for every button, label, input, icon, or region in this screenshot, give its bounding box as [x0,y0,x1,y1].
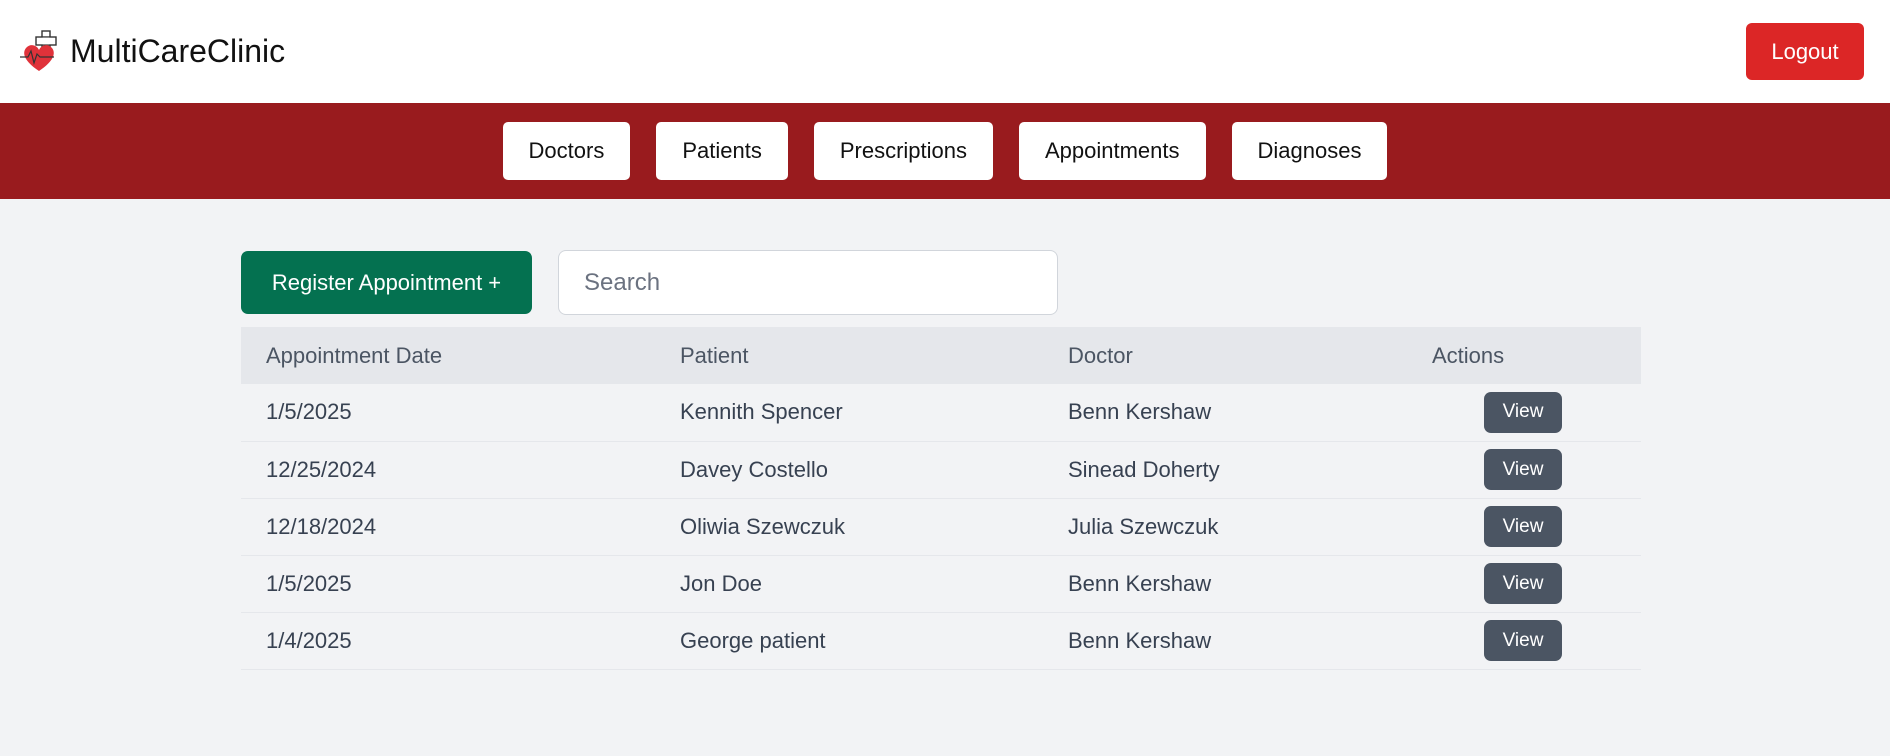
patient-cell: George patient [680,627,826,653]
appointment-date-cell: 1/5/2025 [266,399,352,425]
nav-diagnoses-button[interactable]: Diagnoses [1231,122,1388,180]
column-header-actions: Actions [1432,342,1505,368]
table-row: 12/18/2024 Oliwia Szewczuk Julia Szewczu… [241,498,1641,555]
doctor-cell: Julia Szewczuk [1068,513,1219,539]
brand[interactable]: MultiCareClinic [20,29,285,75]
register-appointment-button[interactable]: Register Appointment + [241,251,532,314]
column-header-doctor[interactable]: Doctor [1043,327,1407,384]
view-button[interactable]: View [1484,391,1562,433]
table-row: 1/5/2025 Kennith Spencer Benn Kershaw Vi… [241,384,1641,441]
actions-cell: View [1407,555,1641,612]
patient-cell: Kennith Spencer [680,399,843,425]
search-input[interactable] [558,250,1058,315]
view-button[interactable]: View [1484,449,1562,490]
table-header: Appointment Date Patient Doctor Actions [241,327,1641,384]
toolbar: Register Appointment + [241,250,1641,315]
logout-button[interactable]: Logout [1746,23,1864,80]
patient-cell: Jon Doe [680,570,762,596]
doctor-cell: Benn Kershaw [1068,570,1212,596]
table-header-row: Appointment Date Patient Doctor Actions [241,327,1641,384]
actions-cell: View [1407,498,1641,555]
nav-doctors-button[interactable]: Doctors [502,122,631,180]
doctor-cell: Benn Kershaw [1068,399,1212,425]
main-content: Register Appointment + Appointment Date … [241,250,1641,670]
appointment-date-cell: 12/25/2024 [266,456,377,482]
top-header: MultiCareClinic Logout [0,0,1890,103]
nav-patients-button[interactable]: Patients [656,122,788,180]
nav-appointments-button[interactable]: Appointments [1018,122,1206,180]
table-row: 1/5/2025 Jon Doe Benn Kershaw View [241,555,1641,612]
doctor-cell: Benn Kershaw [1068,627,1212,653]
actions-cell: View [1407,612,1641,669]
nav-prescriptions-button[interactable]: Prescriptions [813,122,993,180]
main-nav: Doctors Patients Prescriptions Appointme… [0,103,1890,199]
actions-cell: View [1407,384,1641,441]
appointment-date-cell: 12/18/2024 [266,513,377,539]
column-header-appointment-date[interactable]: Appointment Date [241,327,655,384]
view-button[interactable]: View [1484,563,1562,604]
brand-name: MultiCareClinic [70,33,286,69]
heart-cross-logo-icon [20,29,57,71]
table-body: 1/5/2025 Kennith Spencer Benn Kershaw Vi… [241,384,1641,669]
table-row: 12/25/2024 Davey Costello Sinead Doherty… [241,441,1641,498]
patient-cell: Davey Costello [680,456,828,482]
appointments-table: Appointment Date Patient Doctor Actions … [241,327,1641,670]
view-button[interactable]: View [1484,620,1562,661]
doctor-cell: Sinead Doherty [1068,456,1220,482]
view-button[interactable]: View [1484,506,1562,547]
appointment-date-cell: 1/4/2025 [266,627,352,653]
appointment-date-cell: 1/5/2025 [266,570,352,596]
patient-cell: Oliwia Szewczuk [680,513,846,539]
column-header-patient[interactable]: Patient [655,327,1043,384]
table-row: 1/4/2025 George patient Benn Kershaw Vie… [241,612,1641,669]
actions-cell: View [1407,441,1641,498]
